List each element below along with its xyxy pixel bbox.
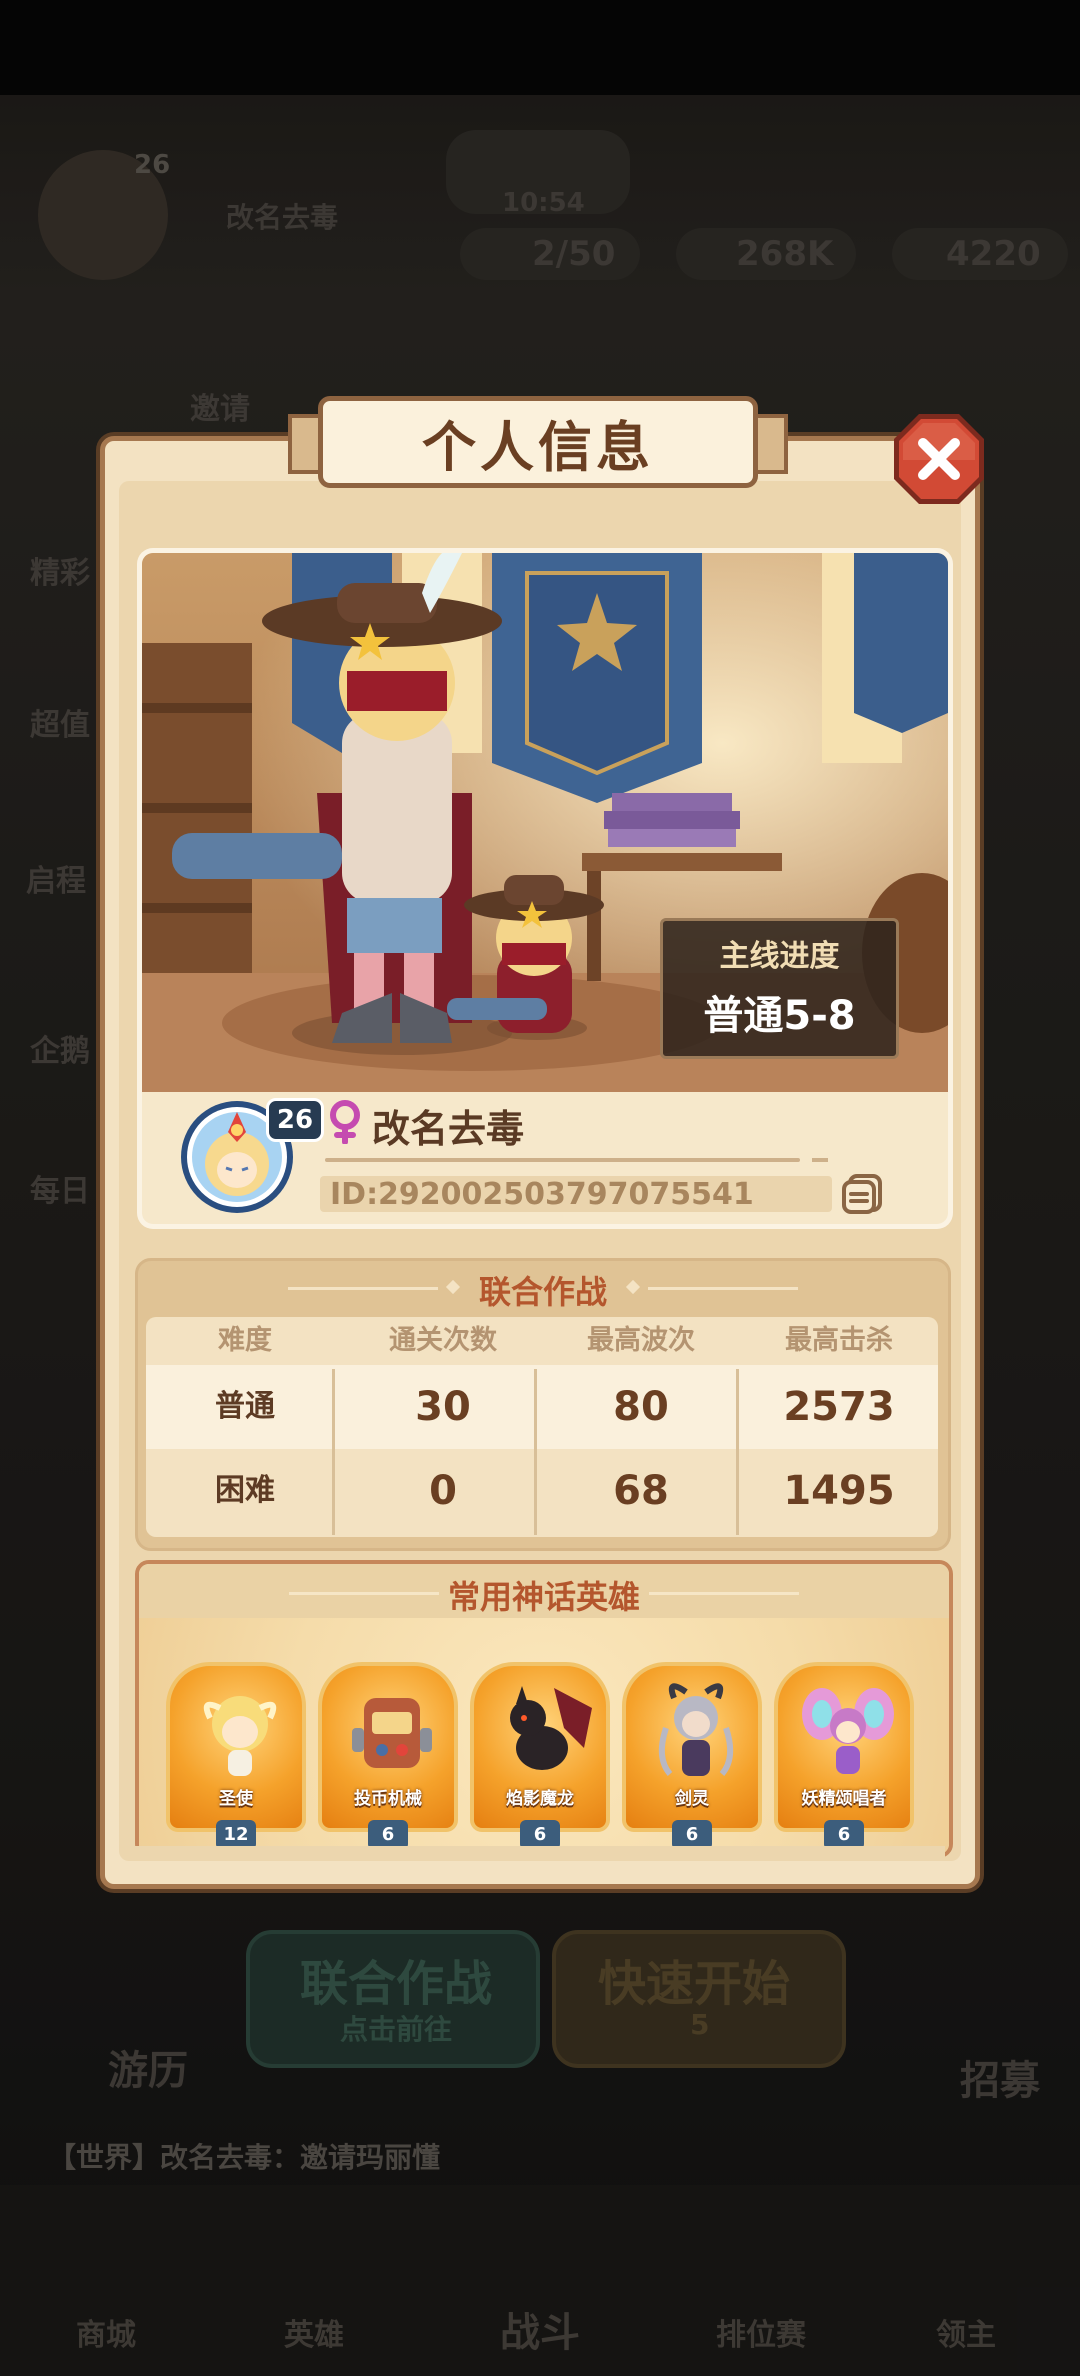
name-divider	[325, 1158, 800, 1162]
col-header-clears: 通关次数	[389, 1325, 497, 1356]
row-max-kills: 1495	[783, 1468, 895, 1514]
row-difficulty: 困难	[215, 1473, 275, 1508]
hero-portrait-fairy-singer-icon	[802, 1688, 894, 1774]
column-divider	[534, 1369, 537, 1535]
hero-portrait-sword-spirit-icon	[658, 1683, 734, 1776]
close-icon	[894, 414, 984, 504]
mythic-heroes-header: 常用神话英雄	[139, 1564, 949, 1618]
joint-battle-header: 联合作战	[138, 1261, 948, 1311]
copy-id-button[interactable]	[840, 1170, 886, 1216]
hero-card[interactable]: 焰影魔龙 6	[470, 1662, 610, 1850]
hero-card[interactable]: 投币机械 6	[318, 1662, 458, 1850]
hero-card[interactable]: 妖精颂唱者 6	[774, 1662, 914, 1850]
hero-name: 剑灵	[675, 1789, 709, 1809]
dialog-title-banner: 个人信息	[288, 396, 788, 488]
header-diamond-right	[625, 1279, 641, 1295]
player-level-badge: 26	[266, 1098, 324, 1142]
copy-icon	[842, 1174, 882, 1214]
mythic-heroes-title: 常用神话英雄	[447, 1578, 640, 1616]
header-rule-right	[649, 1592, 799, 1595]
main-progress-panel: 主线进度 普通5-8	[660, 918, 899, 1059]
hero-card[interactable]: 圣使 12	[166, 1662, 306, 1850]
row-clears: 30	[415, 1384, 471, 1430]
row-max-wave: 68	[613, 1468, 669, 1514]
dialog-bottom-edge	[135, 1846, 945, 1860]
joint-battle-title: 联合作战	[478, 1273, 607, 1311]
header-rule-left	[288, 1287, 438, 1290]
hero-portrait-saint-icon	[203, 1696, 277, 1776]
header-diamond-left	[445, 1279, 461, 1295]
hero-portrait-coin-machine-icon	[352, 1698, 432, 1768]
table-row: 普通 30 80 2573	[146, 1365, 938, 1449]
title-plate: 个人信息	[318, 396, 758, 488]
row-max-wave: 80	[613, 1384, 669, 1430]
player-id: ID:292002503797075541	[330, 1177, 754, 1212]
col-header-max-wave: 最高波次	[587, 1325, 695, 1356]
close-button[interactable]	[890, 410, 988, 508]
table-row: 困难 0 68 1495	[146, 1449, 938, 1533]
player-name: 改名去毒	[372, 1107, 525, 1151]
hero-card[interactable]: 剑灵 6	[622, 1662, 762, 1850]
header-rule-left	[289, 1592, 439, 1595]
status-bar	[0, 0, 1080, 95]
row-difficulty: 普通	[215, 1389, 275, 1424]
hero-name: 投币机械	[354, 1789, 422, 1809]
joint-battle-section: 联合作战 难度 通关次数 最高波次 最高击杀 普通 30 80 2573 困难 …	[135, 1258, 951, 1551]
hero-name: 圣使	[219, 1789, 253, 1809]
header-rule-right	[648, 1287, 798, 1290]
female-gender-icon	[326, 1100, 364, 1145]
row-clears: 0	[429, 1468, 457, 1514]
hero-portrait-shadow-dragon-icon	[510, 1686, 592, 1770]
joint-battle-table: 难度 通关次数 最高波次 最高击杀 普通 30 80 2573 困难 0 68 …	[146, 1317, 938, 1537]
column-divider	[736, 1369, 739, 1535]
col-header-max-kills: 最高击杀	[785, 1325, 893, 1356]
column-divider	[332, 1369, 335, 1535]
row-max-kills: 2573	[783, 1384, 895, 1430]
hero-name: 焰影魔龙	[506, 1789, 574, 1809]
main-progress-value: 普通5-8	[703, 993, 856, 1039]
dialog-title: 个人信息	[422, 415, 654, 479]
main-progress-label: 主线进度	[719, 939, 840, 974]
name-divider-end	[812, 1158, 828, 1162]
hero-name: 妖精颂唱者	[801, 1789, 887, 1809]
col-header-difficulty: 难度	[218, 1325, 272, 1356]
